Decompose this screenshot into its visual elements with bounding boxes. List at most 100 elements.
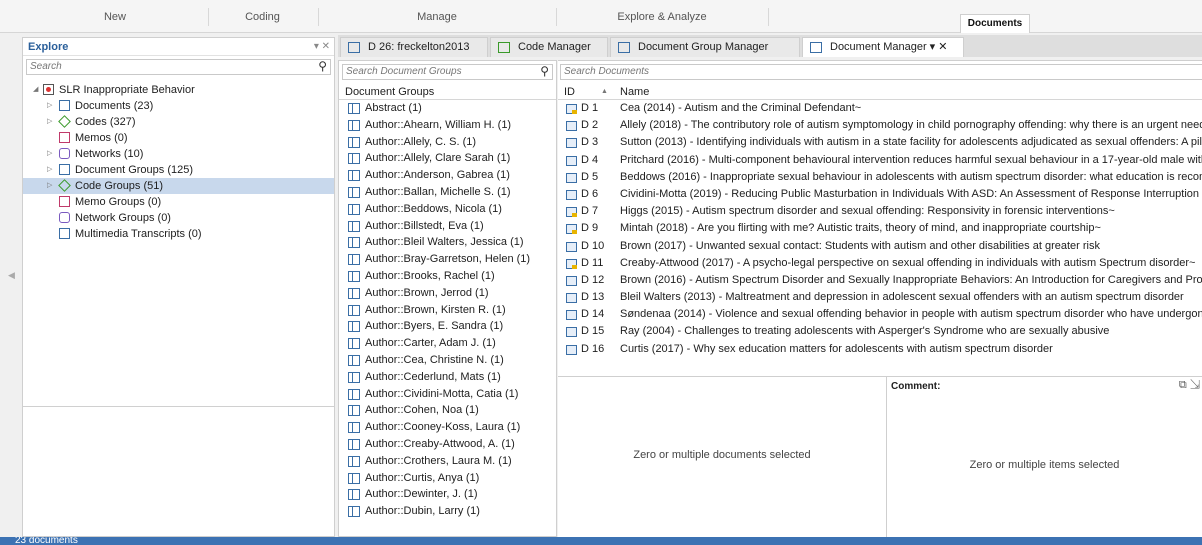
tab-code-manager[interactable]: Code Manager: [490, 37, 608, 57]
panel-divider[interactable]: [23, 406, 334, 407]
tree-node-documents[interactable]: ▷ Documents (23): [23, 98, 334, 114]
ribbon-tab-coding[interactable]: Coding: [240, 9, 285, 25]
document-id: D 6: [581, 187, 599, 200]
document-group-icon: [348, 186, 360, 198]
explore-panel-controls[interactable]: ▾ ✕: [314, 38, 330, 56]
table-row[interactable]: D 11 Creaby-Attwood (2017) - A psycho-leg…: [558, 255, 1202, 272]
document-group-icon: [348, 371, 360, 383]
tree-node-networks[interactable]: ▷ Networks (10): [23, 146, 334, 162]
column-header-name[interactable]: Name: [620, 84, 649, 100]
tab-document-group-manager[interactable]: Document Group Manager: [610, 37, 800, 57]
explore-search-placeholder: Search: [30, 61, 62, 72]
document-name: Curtis (2017) - Why sex education matter…: [620, 342, 1053, 355]
table-row[interactable]: D 6 Cividini-Motta (2019) - Reducing Publ…: [558, 186, 1202, 203]
edit-comment-icon[interactable]: ⧉: [1179, 379, 1187, 391]
document-groups-search-input[interactable]: Search Document Groups ⚲: [342, 64, 553, 80]
table-row[interactable]: D 1 Cea (2014) - Autism and the Criminal …: [558, 100, 1202, 117]
table-row[interactable]: D 7 Higgs (2015) - Autism spectrum disord…: [558, 203, 1202, 220]
tree-node-multimedia-transcripts[interactable]: Multimedia Transcripts (0): [23, 226, 334, 242]
tree-node-memo-groups[interactable]: Memo Groups (0): [23, 194, 334, 210]
collapsed-arrow-icon[interactable]: ▷: [47, 146, 52, 162]
tree-node-document-groups[interactable]: ▷ Document Groups (125): [23, 162, 334, 178]
list-item[interactable]: Author::Allely, C. S. (1): [339, 134, 556, 151]
list-item[interactable]: Author::Ballan, Michelle S. (1): [339, 184, 556, 201]
table-row[interactable]: D 15 Ray (2004) - Challenges to treating …: [558, 323, 1202, 340]
list-item[interactable]: Author::Dewinter, J. (1): [339, 486, 556, 503]
tree-label: Document Groups (125): [75, 164, 193, 176]
list-item[interactable]: Author::Brown, Kirsten R. (1): [339, 302, 556, 319]
list-item[interactable]: Author::Cividini-Motta, Catia (1): [339, 386, 556, 403]
list-item-label: Author::Brown, Jerrod (1): [365, 286, 489, 299]
document-group-icon: [348, 489, 360, 501]
list-item[interactable]: Author::Beddows, Nicola (1): [339, 201, 556, 218]
search-icon[interactable]: ⚲: [318, 59, 327, 73]
collapse-sidebar-icon[interactable]: ◀: [8, 270, 15, 281]
table-row[interactable]: D 10 Brown (2017) - Unwanted sexual conta…: [558, 238, 1202, 255]
ribbon-tab-explore-analyze[interactable]: Explore & Analyze: [612, 9, 712, 25]
list-item[interactable]: Author::Bleil Walters, Jessica (1): [339, 234, 556, 251]
list-item-label: Author::Allely, C. S. (1): [365, 135, 477, 148]
table-row[interactable]: D 2 Allely (2018) - The contributory role…: [558, 117, 1202, 134]
tree-node-network-groups[interactable]: Network Groups (0): [23, 210, 334, 226]
list-item[interactable]: Author::Cederlund, Mats (1): [339, 369, 556, 386]
document-manager-icon: [810, 42, 822, 53]
table-row[interactable]: D 16 Curtis (2017) - Why sex education ma…: [558, 341, 1202, 358]
tab-label: Document Manager ▾ ✕: [830, 41, 948, 53]
panel-divider[interactable]: [886, 377, 887, 537]
table-row[interactable]: D 3 Sutton (2013) - Identifying individua…: [558, 134, 1202, 151]
table-row[interactable]: D 4 Pritchard (2016) - Multi-component be…: [558, 152, 1202, 169]
list-item[interactable]: Author::Billstedt, Eva (1): [339, 218, 556, 235]
collapsed-arrow-icon[interactable]: ▷: [47, 98, 52, 114]
list-item[interactable]: Author::Crothers, Laura M. (1): [339, 453, 556, 470]
expanded-arrow-icon[interactable]: ◢: [33, 82, 38, 98]
table-row[interactable]: D 5 Beddows (2016) - Inappropriate sexual…: [558, 169, 1202, 186]
column-header-id[interactable]: ID: [564, 84, 575, 100]
document-groups-column-header[interactable]: Document Groups: [339, 84, 556, 100]
list-item[interactable]: Author::Anderson, Gabrea (1): [339, 167, 556, 184]
tree-node-project[interactable]: ◢ SLR Inappropriate Behavior: [23, 82, 334, 98]
table-row[interactable]: D 9 Mintah (2018) - Are you flirting with…: [558, 220, 1202, 237]
list-item[interactable]: Author::Carter, Adam J. (1): [339, 335, 556, 352]
document-icon: [59, 100, 70, 111]
document-icon: [566, 121, 577, 132]
list-item[interactable]: Author::Curtis, Anya (1): [339, 470, 556, 487]
collapsed-arrow-icon[interactable]: ▷: [47, 114, 52, 130]
tree-node-memos[interactable]: Memos (0): [23, 130, 334, 146]
list-item[interactable]: Author::Cohen, Noa (1): [339, 402, 556, 419]
document-groups-list: Abstract (1) Author::Ahearn, William H. …: [339, 100, 556, 520]
list-item[interactable]: Author::Dubin, Larry (1): [339, 503, 556, 520]
documents-search-input[interactable]: Search Documents: [560, 64, 1202, 80]
collapsed-arrow-icon[interactable]: ▷: [47, 178, 52, 194]
list-item[interactable]: Author::Byers, E. Sandra (1): [339, 318, 556, 335]
list-item[interactable]: Author::Cooney-Koss, Laura (1): [339, 419, 556, 436]
tree-node-code-groups[interactable]: ▷ Code Groups (51): [23, 178, 334, 194]
collapsed-arrow-icon[interactable]: ▷: [47, 162, 52, 178]
export-comment-icon[interactable]: ⇲: [1190, 379, 1200, 391]
list-item[interactable]: Abstract (1): [339, 100, 556, 117]
list-item[interactable]: Author::Brooks, Rachel (1): [339, 268, 556, 285]
status-text: 23 documents: [15, 537, 78, 545]
table-row[interactable]: D 14 Søndenaa (2014) - Violence and sexua…: [558, 306, 1202, 323]
table-row[interactable]: D 12 Brown (2016) - Autism Spectrum Disor…: [558, 272, 1202, 289]
tab-document-26[interactable]: D 26: freckelton2013: [340, 37, 488, 57]
list-item[interactable]: Author::Allely, Clare Sarah (1): [339, 150, 556, 167]
sort-ascending-icon[interactable]: ▲: [601, 84, 608, 100]
list-item[interactable]: Author::Bray-Garretson, Helen (1): [339, 251, 556, 268]
tree-node-codes[interactable]: ▷ Codes (327): [23, 114, 334, 130]
ribbon-separator: [208, 8, 209, 26]
list-item[interactable]: Author::Creaby-Attwood, A. (1): [339, 436, 556, 453]
document-group-icon: [348, 237, 360, 249]
document-name: Cea (2014) - Autism and the Criminal Def…: [620, 102, 862, 114]
document-icon: [566, 258, 577, 269]
explore-search-input[interactable]: Search ⚲: [26, 59, 331, 75]
table-row[interactable]: D 13 Bleil Walters (2013) - Maltreatment …: [558, 289, 1202, 306]
list-item[interactable]: Author::Brown, Jerrod (1): [339, 285, 556, 302]
list-item[interactable]: Author::Cea, Christine N. (1): [339, 352, 556, 369]
ribbon-tab-documents[interactable]: Documents: [960, 14, 1030, 33]
list-item[interactable]: Author::Ahearn, William H. (1): [339, 117, 556, 134]
search-icon[interactable]: ⚲: [540, 64, 549, 78]
ribbon-tab-new[interactable]: New: [95, 9, 135, 25]
tab-document-manager[interactable]: Document Manager ▾ ✕: [802, 37, 964, 57]
ribbon-tab-manage[interactable]: Manage: [412, 9, 462, 25]
document-icon: [348, 42, 360, 53]
